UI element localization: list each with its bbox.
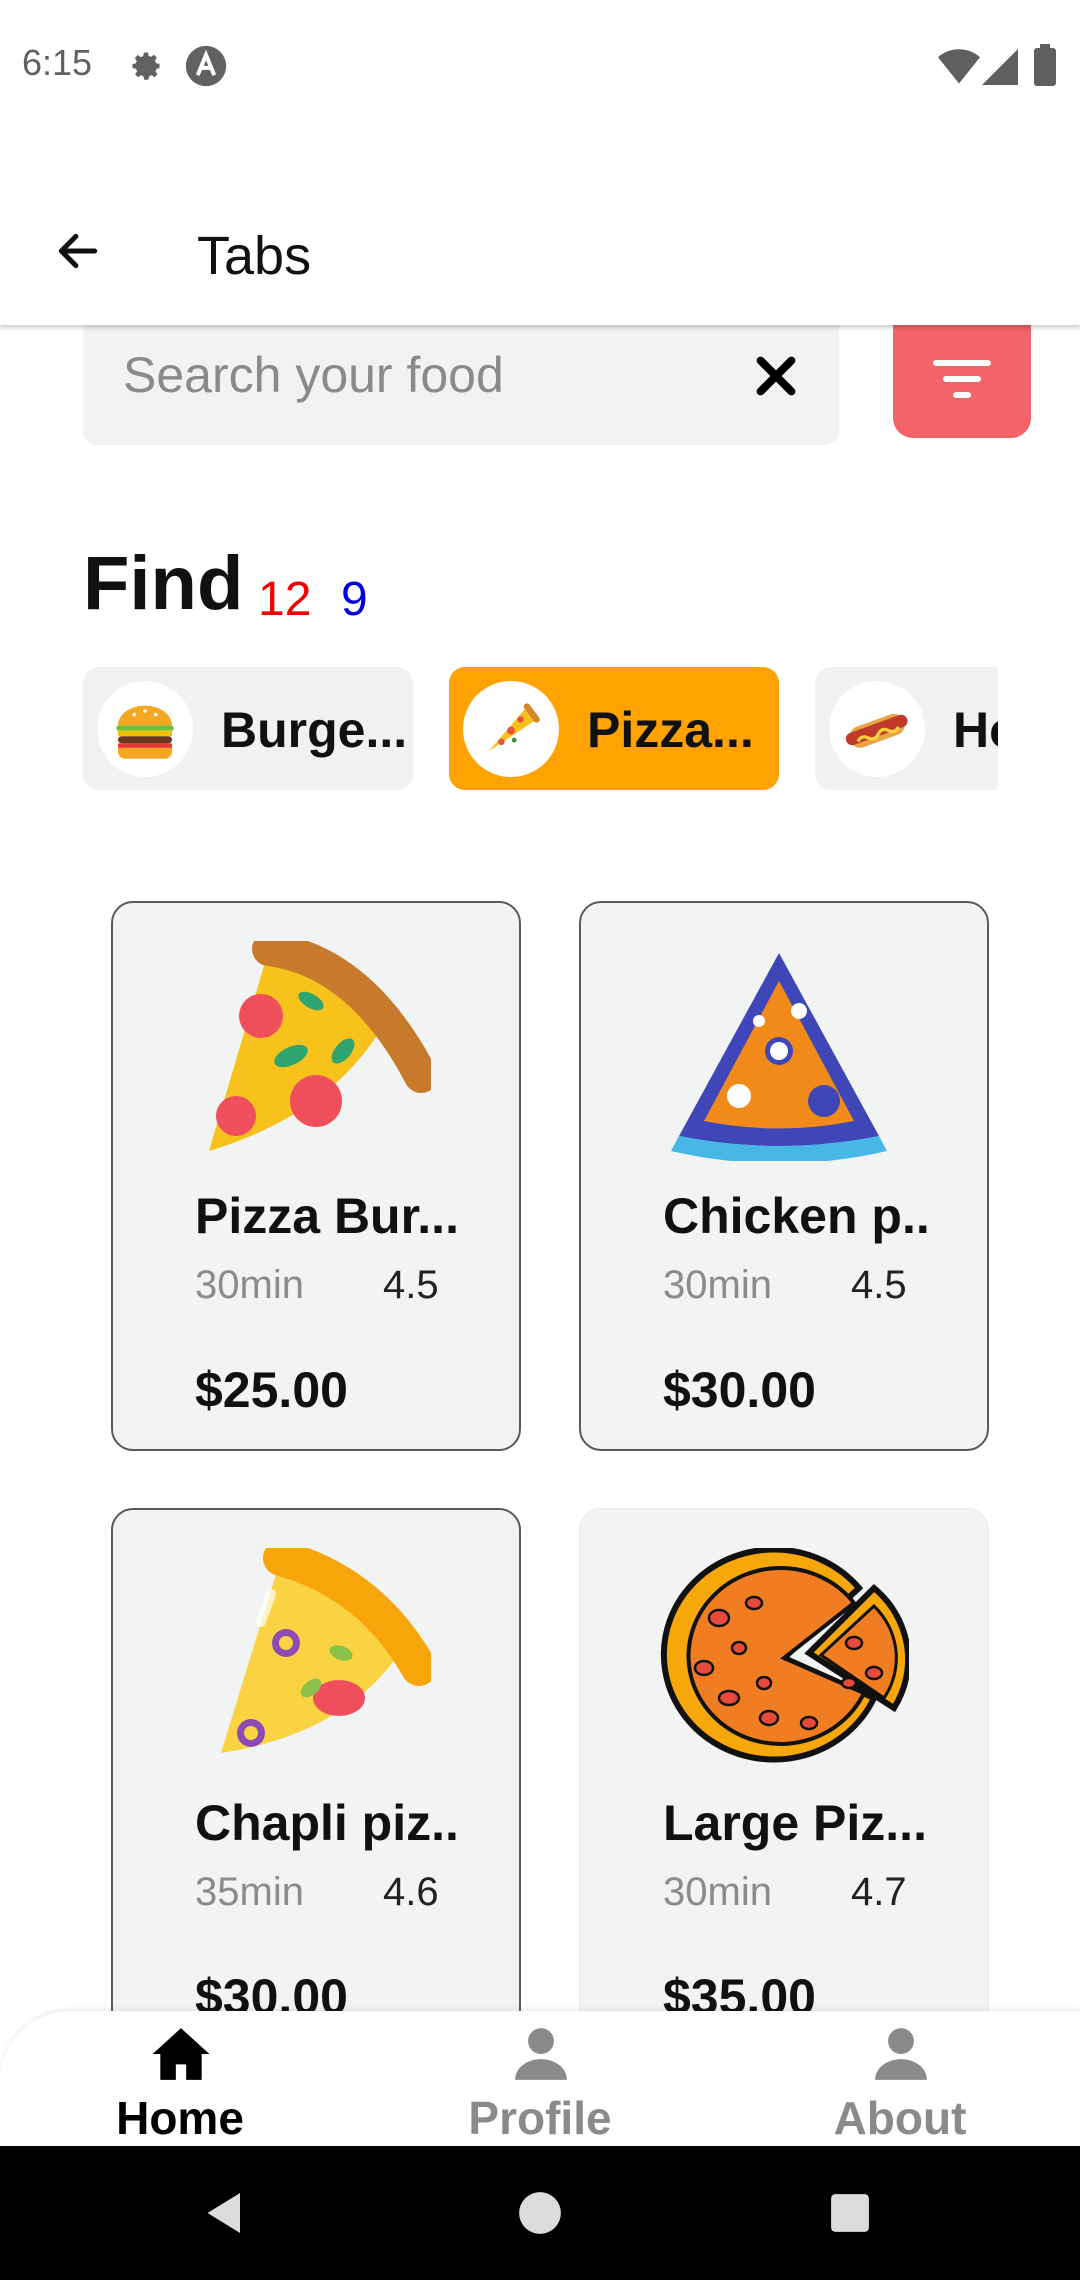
status-time: 6:15 <box>22 42 93 83</box>
whole-pizza-image <box>659 1546 912 1768</box>
filter-button[interactable] <box>893 325 1031 438</box>
recents-square-icon[interactable] <box>829 2192 871 2234</box>
app-notification-icon <box>184 44 228 88</box>
pizza-icon <box>463 681 559 777</box>
app-bar: Tabs <box>0 135 1080 325</box>
product-rating: 4.5 <box>383 1263 439 1307</box>
status-bar: 6:15 <box>0 0 1080 135</box>
search-bar <box>83 325 839 445</box>
count-red: 12 <box>258 573 312 626</box>
product-card[interactable]: Pizza Bur... 30min 4.5 $25.00 <box>111 901 521 1451</box>
category-label: Pizza... <box>587 702 754 758</box>
nav-label-profile: Profile <box>468 2092 612 2144</box>
hotdog-icon <box>829 681 925 777</box>
category-label: Ho <box>953 702 998 758</box>
pizza-slice-image <box>659 941 899 1164</box>
product-name: Chicken p.. <box>663 1188 930 1244</box>
settings-icon <box>128 48 164 84</box>
arrow-back-icon <box>53 226 103 281</box>
product-rating: 4.6 <box>383 1870 439 1914</box>
product-rating: 4.7 <box>851 1870 907 1914</box>
product-price: $30.00 <box>663 1362 816 1418</box>
system-navigation-bar <box>0 2146 1080 2280</box>
burger-icon <box>97 681 193 777</box>
pizza-slice-image <box>191 932 438 1161</box>
back-triangle-icon[interactable] <box>200 2188 250 2238</box>
product-name: Chapli piz.. <box>195 1795 459 1851</box>
product-time: 30min <box>663 1870 772 1914</box>
person-icon <box>870 2023 932 2085</box>
section-title: Find <box>83 541 244 626</box>
category-chip-hotdog[interactable]: Ho <box>815 667 998 790</box>
product-time: 30min <box>195 1263 304 1307</box>
nav-label-about: About <box>833 2092 967 2144</box>
clear-search-button[interactable] <box>743 345 809 411</box>
wifi-icon <box>938 46 980 86</box>
close-icon <box>754 354 798 403</box>
nav-item-home[interactable]: Home <box>30 2011 330 2146</box>
bottom-navigation: Home Profile About <box>0 2011 1080 2146</box>
person-icon <box>510 2023 572 2085</box>
nav-label-home: Home <box>116 2092 244 2144</box>
home-icon <box>150 2023 212 2085</box>
product-price: $25.00 <box>195 1362 348 1418</box>
nav-item-about[interactable]: About <box>750 2011 1050 2146</box>
back-button[interactable] <box>40 215 116 291</box>
category-label: Burge... <box>221 702 408 758</box>
search-input[interactable] <box>123 345 723 405</box>
product-time: 35min <box>195 1870 304 1914</box>
product-time: 30min <box>663 1263 772 1307</box>
product-name: Large Piz... <box>663 1795 927 1851</box>
nav-item-profile[interactable]: Profile <box>390 2011 690 2146</box>
product-rating: 4.5 <box>851 1263 907 1307</box>
product-name: Pizza Bur... <box>195 1188 459 1244</box>
home-circle-icon[interactable] <box>518 2191 562 2235</box>
signal-icon <box>982 48 1018 86</box>
battery-icon <box>1034 44 1056 86</box>
count-blue: 9 <box>341 573 368 626</box>
filter-icon <box>932 357 992 406</box>
category-chip-burger[interactable]: Burge... <box>83 667 413 790</box>
category-chip-pizza[interactable]: Pizza... <box>449 667 779 790</box>
product-card[interactable]: Chicken p.. 30min 4.5 $30.00 <box>579 901 989 1451</box>
category-list[interactable]: Burge... Pizza... Ho <box>83 667 998 790</box>
page-title: Tabs <box>197 226 312 286</box>
pizza-slice-image <box>191 1540 437 1768</box>
